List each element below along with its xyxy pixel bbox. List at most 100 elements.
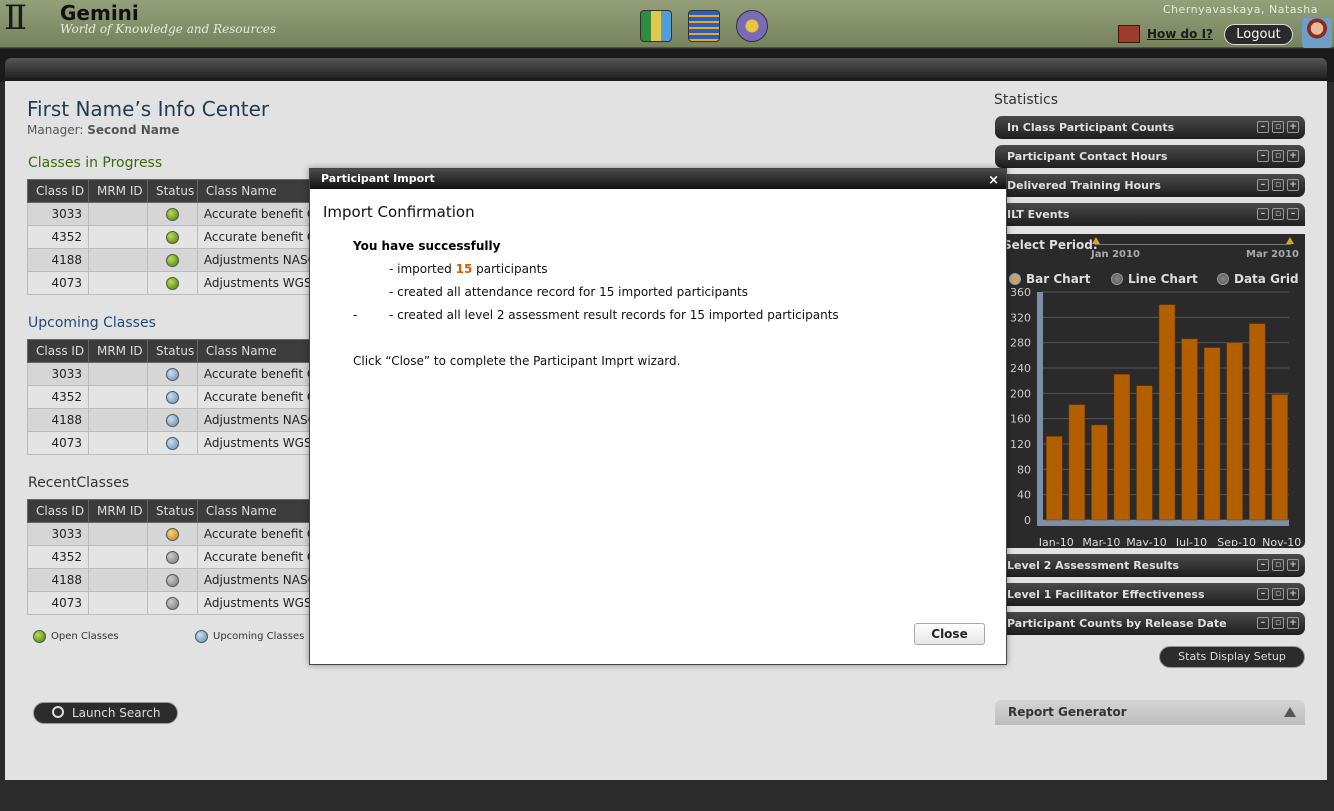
- close-button[interactable]: Close: [914, 623, 985, 645]
- expand-triangle-icon[interactable]: [1284, 707, 1296, 717]
- col-class-id[interactable]: Class ID: [27, 499, 89, 523]
- period-end-label: Mar 2010: [1246, 249, 1299, 260]
- line-prefix: - imported: [389, 262, 452, 276]
- plus-icon[interactable]: +: [1287, 121, 1299, 133]
- map-icon[interactable]: [640, 10, 672, 42]
- plus-icon[interactable]: +: [1287, 559, 1299, 571]
- table-row[interactable]: 4073 Adjustments WGS: [27, 431, 318, 455]
- book-icon[interactable]: [1118, 25, 1140, 43]
- col-class-name[interactable]: Class Name: [196, 499, 318, 523]
- minimize-icon[interactable]: –: [1257, 150, 1269, 162]
- cell-class-id: 4073: [27, 271, 89, 295]
- x-tick-label: May-10: [1126, 536, 1167, 546]
- minimize-icon[interactable]: –: [1257, 179, 1269, 191]
- legend-upcoming-label: Upcoming Classes: [213, 631, 305, 642]
- period-start-handle[interactable]: [1092, 237, 1100, 244]
- restore-icon[interactable]: ▫: [1272, 617, 1284, 629]
- cell-class-name: Adjustments WGS: [196, 271, 318, 295]
- period-end-handle[interactable]: [1286, 237, 1294, 244]
- table-row[interactable]: 4073 Adjustments WGS: [27, 271, 318, 295]
- col-status[interactable]: Status: [146, 179, 198, 203]
- panel-level2-results[interactable]: Level 2 Assessment Results – ▫ +: [995, 554, 1305, 577]
- col-mrm-id[interactable]: MRM ID: [87, 179, 148, 203]
- table-row[interactable]: 4188 Adjustments NASC: [27, 568, 318, 592]
- panel-counts-by-release[interactable]: Participant Counts by Release Date – ▫ +: [995, 612, 1305, 635]
- view-bar-chart[interactable]: Bar Chart: [1009, 272, 1090, 286]
- col-class-id[interactable]: Class ID: [27, 339, 89, 363]
- logout-button[interactable]: Logout: [1224, 24, 1293, 45]
- col-mrm-id[interactable]: MRM ID: [87, 499, 148, 523]
- launch-search-button[interactable]: Launch Search: [33, 702, 178, 724]
- plus-icon[interactable]: +: [1287, 179, 1299, 191]
- restore-icon[interactable]: ▫: [1272, 559, 1284, 571]
- status-closed-icon: [165, 574, 179, 587]
- minimize-icon[interactable]: –: [1257, 617, 1269, 629]
- plus-icon[interactable]: +: [1287, 150, 1299, 162]
- plus-icon[interactable]: +: [1287, 588, 1299, 600]
- restore-icon[interactable]: ▫: [1272, 179, 1284, 191]
- cell-status: [146, 431, 198, 455]
- plus-icon[interactable]: +: [1287, 617, 1299, 629]
- minimize-icon[interactable]: –: [1257, 588, 1269, 600]
- radio-selected-icon[interactable]: [1009, 273, 1021, 285]
- restore-icon[interactable]: ▫: [1272, 588, 1284, 600]
- panel-ilt-events[interactable]: ILT Events – ▫ –: [995, 203, 1305, 226]
- cell-class-id: 4352: [27, 225, 89, 249]
- shield-icon[interactable]: [736, 10, 768, 42]
- minimize-icon[interactable]: –: [1257, 121, 1269, 133]
- legend-upcoming-icon: [195, 630, 208, 643]
- panel-label: Level 2 Assessment Results: [1007, 559, 1180, 572]
- panel-in-class-counts[interactable]: In Class Participant Counts – ▫ +: [995, 116, 1305, 139]
- restore-icon[interactable]: ▫: [1272, 208, 1284, 220]
- col-class-name[interactable]: Class Name: [196, 339, 318, 363]
- minimize-icon[interactable]: –: [1257, 208, 1269, 220]
- minus-icon[interactable]: –: [1287, 208, 1299, 220]
- restore-icon[interactable]: ▫: [1272, 150, 1284, 162]
- table-row[interactable]: 4352 Accurate benefit C: [27, 385, 318, 409]
- cell-class-id: 3033: [27, 362, 89, 386]
- table-row[interactable]: 3033 Accurate benefit C: [27, 202, 318, 226]
- table-row[interactable]: 4188 Adjustments NASC: [27, 248, 318, 272]
- launch-search-label: Launch Search: [72, 706, 161, 720]
- cell-status: [146, 385, 198, 409]
- close-icon[interactable]: ×: [988, 171, 999, 191]
- col-class-name[interactable]: Class Name: [196, 179, 318, 203]
- minimize-icon[interactable]: –: [1257, 559, 1269, 571]
- cell-class-id: 4188: [27, 408, 89, 432]
- table-row[interactable]: 4352 Accurate benefit C: [27, 545, 318, 569]
- restore-icon[interactable]: ▫: [1272, 121, 1284, 133]
- table-row[interactable]: 4188 Adjustments NASC: [27, 408, 318, 432]
- table-row[interactable]: 3033 Accurate benefit C: [27, 522, 318, 546]
- view-line-chart[interactable]: Line Chart: [1111, 272, 1198, 286]
- panel-level1-effectiveness[interactable]: Level 1 Facilitator Effectiveness – ▫ +: [995, 583, 1305, 606]
- cell-class-name: Accurate benefit C: [196, 225, 318, 249]
- view-data-grid[interactable]: Data Grid: [1217, 272, 1299, 286]
- period-slider-track[interactable]: [1095, 244, 1291, 245]
- calculator-icon[interactable]: [688, 10, 720, 42]
- how-do-i-link[interactable]: How do I?: [1147, 27, 1213, 41]
- panel-delivered-hours[interactable]: Delivered Training Hours – ▫ +: [995, 174, 1305, 197]
- x-tick-label: Sep-10: [1217, 536, 1256, 546]
- col-status[interactable]: Status: [146, 499, 198, 523]
- col-class-id[interactable]: Class ID: [27, 179, 89, 203]
- radio-icon[interactable]: [1111, 273, 1123, 285]
- period-start-label: Jan 2010: [1091, 249, 1140, 260]
- cell-status: [146, 591, 198, 615]
- manager-name: Second Name: [87, 123, 180, 137]
- avatar[interactable]: [1302, 18, 1332, 48]
- panel-contact-hours[interactable]: Participant Contact Hours – ▫ +: [995, 145, 1305, 168]
- table-row[interactable]: 3033 Accurate benefit C: [27, 362, 318, 386]
- col-mrm-id[interactable]: MRM ID: [87, 339, 148, 363]
- panel-controls: – ▫ +: [1257, 121, 1299, 133]
- dialog-title: Participant Import: [321, 172, 435, 185]
- table-row[interactable]: 4352 Accurate benefit C: [27, 225, 318, 249]
- cell-class-name: Accurate benefit C: [196, 362, 318, 386]
- cell-mrm-id: [87, 385, 148, 409]
- col-status[interactable]: Status: [146, 339, 198, 363]
- radio-icon[interactable]: [1217, 273, 1229, 285]
- cell-mrm-id: [87, 408, 148, 432]
- cell-status: [146, 522, 198, 546]
- table-row[interactable]: 4073 Adjustments WGS: [27, 591, 318, 615]
- report-generator-bar[interactable]: Report Generator: [995, 700, 1305, 725]
- stats-display-setup-button[interactable]: Stats Display Setup: [1159, 646, 1305, 668]
